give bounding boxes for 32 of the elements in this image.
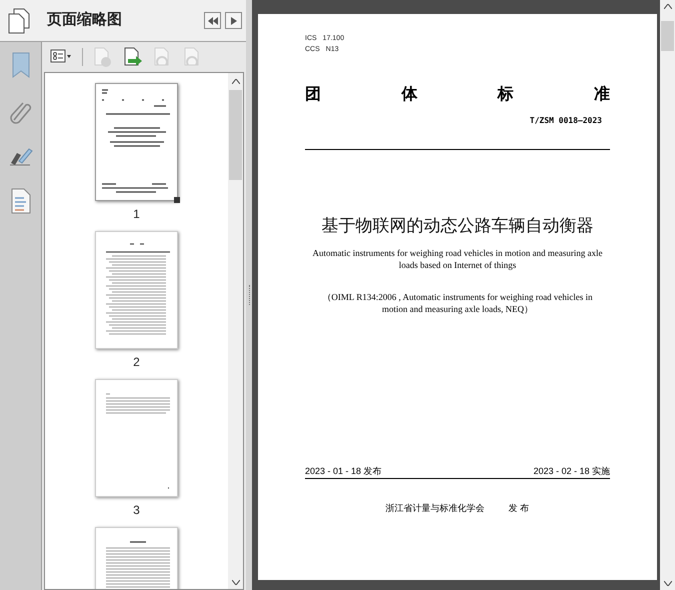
pages-icon[interactable]	[8, 8, 30, 34]
double-left-arrow-icon	[208, 16, 218, 24]
effective-date: 2023 - 02 - 18 实施	[533, 465, 610, 477]
page-insert-icon	[122, 47, 142, 67]
right-arrow-icon	[230, 16, 236, 24]
panel-title: 页面缩略图	[47, 10, 122, 30]
page-number: 2	[133, 355, 140, 369]
page-delete-icon	[92, 47, 112, 67]
english-title: Automatic instruments for weighing road vehicles in motion and measuring axle loads based on Internet of things	[312, 247, 604, 271]
issue-date: 2023 - 01 - 18 发布	[305, 465, 382, 477]
heading-character: 团	[305, 85, 321, 105]
document-icon[interactable]	[10, 188, 30, 214]
resize-handle[interactable]	[174, 197, 180, 203]
standard-code: T/ZSM 0018—2023	[530, 115, 602, 127]
scrollbar[interactable]	[228, 73, 243, 589]
paperclip-icon[interactable]	[10, 100, 32, 124]
scroll-thumb[interactable]	[661, 21, 674, 51]
scroll-thumb[interactable]	[229, 90, 242, 180]
expand-button[interactable]	[225, 12, 242, 29]
publish-label: 发 布	[508, 502, 530, 514]
scrollbar[interactable]	[660, 0, 675, 590]
equivalence-note: （OIML R134:2006 , Automatic instruments for weighing road vehicles in motion and measuring axle loads, NEQ）	[321, 291, 594, 315]
chinese-title: 基于物联网的动态公路车辆自动衡器	[322, 215, 594, 237]
publisher-name: 浙江省计量与标准化学会	[386, 502, 485, 514]
page-number: 1	[133, 207, 140, 221]
heading-character: 体	[401, 85, 418, 105]
signature-icon[interactable]	[8, 146, 32, 166]
heading-character: 准	[594, 85, 610, 105]
page-number: 3	[133, 503, 140, 517]
bookmark-icon[interactable]	[12, 52, 30, 78]
heading-character: 标	[498, 85, 514, 105]
collapse-button[interactable]	[204, 12, 221, 29]
